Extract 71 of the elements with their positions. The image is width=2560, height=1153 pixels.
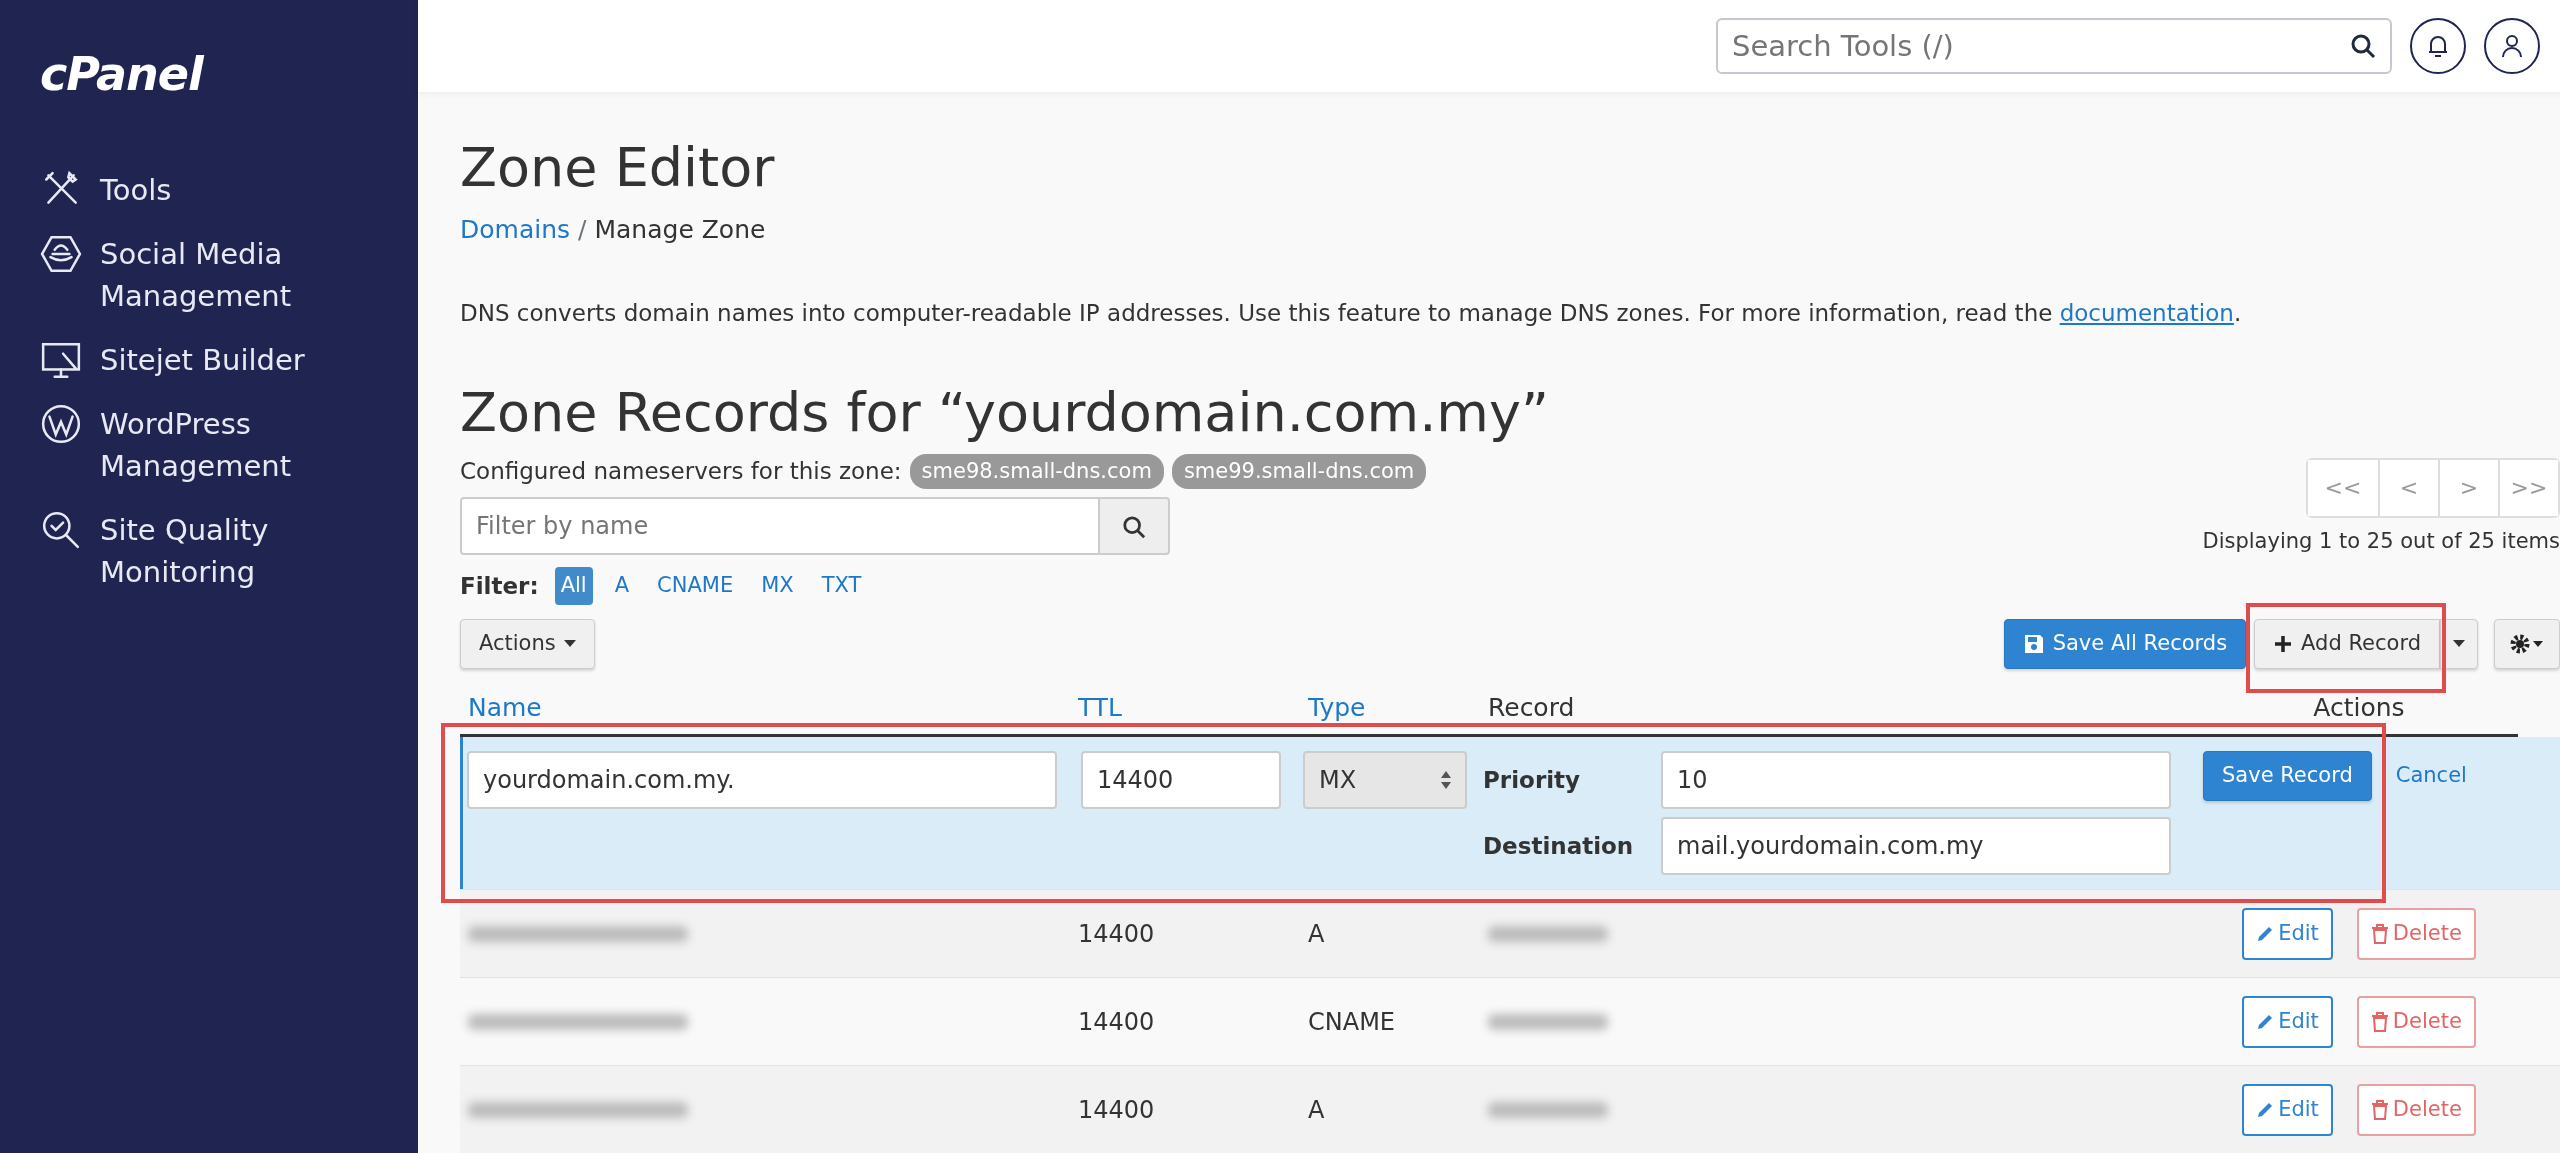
- pencil-icon: [2256, 924, 2275, 943]
- edit-button[interactable]: Edit: [2242, 907, 2333, 960]
- nameserver-tag: sme99.small-dns.com: [1171, 453, 1427, 489]
- filter-option[interactable]: TXT: [815, 567, 868, 605]
- priority-label: Priority: [1483, 765, 1582, 795]
- edit-button[interactable]: Edit: [2242, 995, 2333, 1048]
- priority-field[interactable]: 10: [1661, 751, 2171, 809]
- pencil-icon: [2256, 1012, 2275, 1031]
- cancel-link[interactable]: Cancel: [2395, 760, 2467, 792]
- hexagon-icon: [40, 233, 82, 275]
- settings-icon: [2509, 632, 2545, 655]
- search-icon[interactable]: [2350, 32, 2376, 59]
- breadcrumb-link[interactable]: Domains: [460, 210, 571, 249]
- ttl-cell-text: 14400: [1077, 918, 1156, 950]
- destination-label: Destination: [1483, 831, 1635, 861]
- save-record-button[interactable]: Save Record: [2203, 751, 2372, 801]
- sidebar-item[interactable]: Tools: [100, 169, 172, 211]
- type-cell-text: A: [1307, 1094, 1326, 1126]
- ttl-cell-text: 14400: [1077, 1006, 1156, 1038]
- trash-icon: [2370, 1011, 2389, 1032]
- ttl-field[interactable]: 14400: [1081, 751, 1281, 809]
- sidebar-item[interactable]: WordPress Management: [100, 403, 340, 487]
- zone-title: Zone Records for “yourdomain.com.my”: [460, 380, 1550, 446]
- search-icon: [1122, 515, 1146, 539]
- save-all-button[interactable]: Save All Records: [2003, 618, 2247, 669]
- breadcrumb-current: Manage Zone: [594, 213, 766, 246]
- delete-button[interactable]: Delete: [2356, 907, 2476, 960]
- logo[interactable]: cPanel: [40, 40, 203, 109]
- page-title: Zone Editor: [460, 135, 776, 201]
- type-cell-text: CNAME: [1307, 1006, 1396, 1038]
- magnifier-check-icon: [40, 509, 82, 551]
- filter-field[interactable]: Filter by name: [460, 497, 1100, 555]
- displaying-count: Displaying 1 to 25 out of 25 items: [2202, 527, 2560, 555]
- pencil-icon: [2256, 1100, 2275, 1119]
- sidebar-item[interactable]: Sitejet Builder: [100, 339, 305, 381]
- filter-option[interactable]: All: [554, 567, 593, 605]
- filter-option[interactable]: A: [608, 567, 636, 605]
- notifications-button[interactable]: [2410, 17, 2466, 74]
- trash-icon: [2370, 923, 2389, 944]
- nameservers-label: Configured nameservers for this zone:: [460, 457, 902, 486]
- pager-button[interactable]: >>: [2498, 459, 2558, 516]
- destination-field[interactable]: mail.yourdomain.com.my: [1661, 817, 2171, 875]
- sidebar-item[interactable]: Social Media Management: [100, 233, 340, 317]
- type-select[interactable]: MX: [1303, 751, 1467, 809]
- delete-button[interactable]: Delete: [2356, 1083, 2476, 1136]
- type-cell-text: A: [1307, 918, 1326, 950]
- delete-button[interactable]: Delete: [2356, 995, 2476, 1048]
- user-button[interactable]: [2484, 17, 2540, 74]
- breadcrumb-separator: /: [578, 213, 587, 246]
- caret-icon: [563, 639, 576, 648]
- add-record-button[interactable]: Add Record: [2254, 618, 2440, 669]
- wordpress-icon: [40, 403, 82, 445]
- ttl-cell-text: 14400: [1077, 1094, 1156, 1126]
- sidebar-item[interactable]: Site Quality Monitoring: [100, 509, 340, 593]
- nameserver-tag: sme98.small-dns.com: [909, 453, 1164, 489]
- caret-icon: [2453, 639, 2465, 648]
- actions-button[interactable]: Actions: [460, 618, 595, 669]
- search-field[interactable]: Search Tools (/): [1716, 17, 2392, 74]
- description: DNS converts domain names into computer-readable IP addresses. Use this feature to manage DNS zones. For more information, read the documentation.: [460, 299, 2243, 329]
- name-field[interactable]: yourdomain.com.my.: [467, 751, 1057, 809]
- settings-button[interactable]: [2494, 618, 2560, 669]
- filter-option[interactable]: MX: [755, 567, 800, 605]
- edit-button[interactable]: Edit: [2242, 1083, 2333, 1136]
- documentation-link[interactable]: documentation: [2059, 300, 2234, 327]
- user-icon: [2499, 32, 2525, 59]
- search-button[interactable]: [1100, 497, 1170, 555]
- updown-icon: [1441, 771, 1451, 789]
- filter-label: Filter:: [460, 571, 539, 601]
- plus-icon: [2273, 633, 2294, 654]
- filter-option[interactable]: CNAME: [651, 567, 740, 605]
- trash-icon: [2370, 1099, 2389, 1120]
